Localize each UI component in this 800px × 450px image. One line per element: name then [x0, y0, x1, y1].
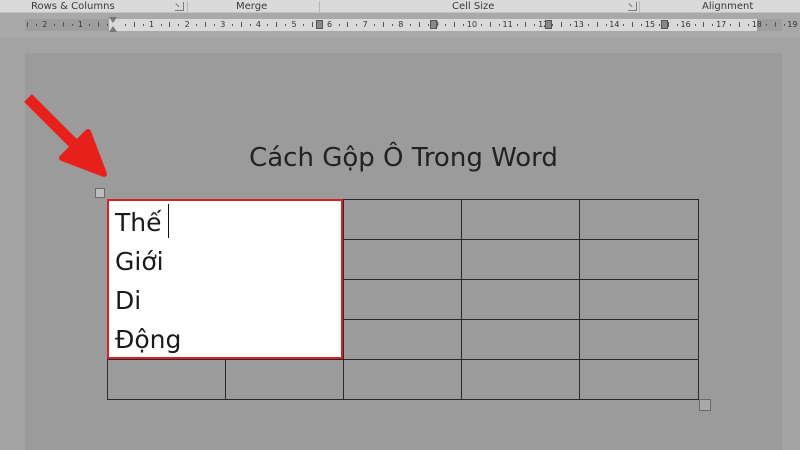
- red-arrow-icon: [24, 94, 107, 177]
